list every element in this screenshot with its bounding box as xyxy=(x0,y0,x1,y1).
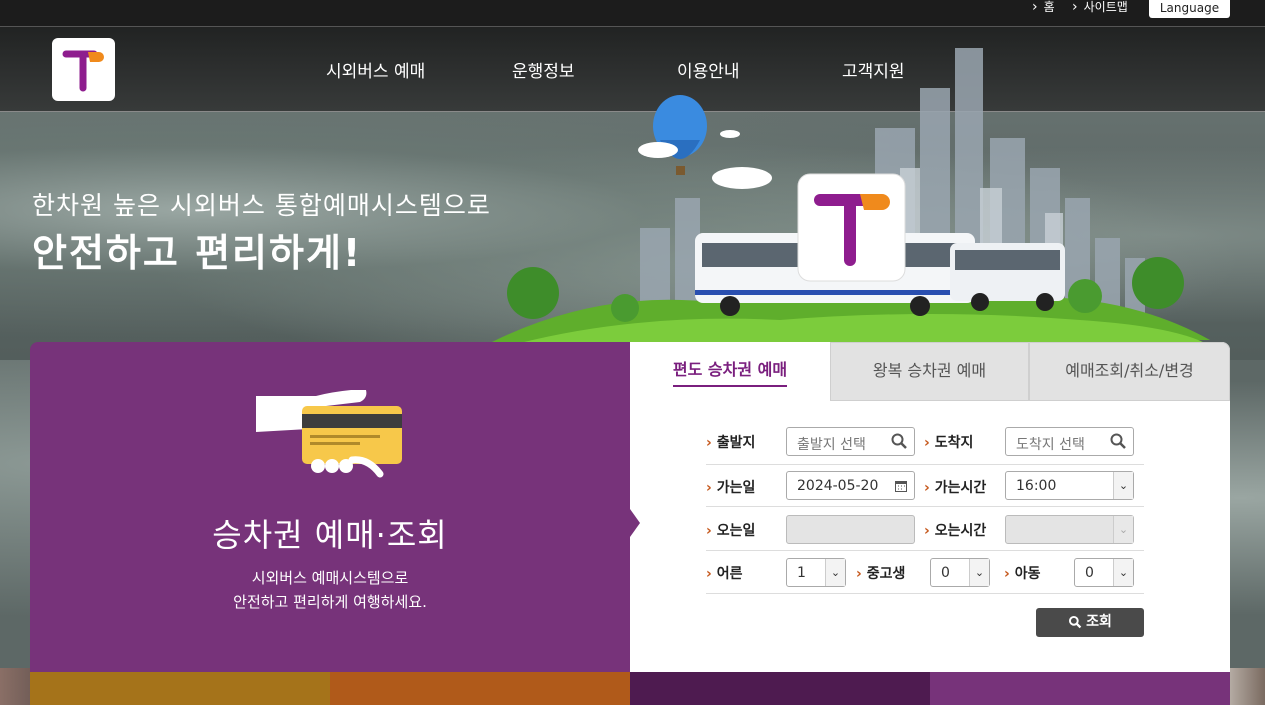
youth-label: 중고생 xyxy=(856,563,906,583)
chevron-down-icon[interactable]: ⌄ xyxy=(825,559,845,586)
tab-one-way[interactable]: 편도 승차권 예매 xyxy=(630,342,830,401)
search-icon xyxy=(1069,615,1082,629)
t-logo-icon xyxy=(62,50,104,92)
home-link[interactable]: 홈 xyxy=(1032,0,1055,15)
adult-label: 어른 xyxy=(706,563,743,583)
tab-one-way-label: 편도 승차권 예매 xyxy=(672,360,788,387)
bottom-tile[interactable] xyxy=(630,672,930,705)
youth-value: 0 xyxy=(941,565,950,581)
bottom-tile[interactable] xyxy=(30,672,330,705)
departure-input[interactable]: 출발지 선택 xyxy=(786,427,915,456)
sitemap-link[interactable]: 사이트맵 xyxy=(1072,0,1128,15)
adult-value: 1 xyxy=(797,565,806,581)
go-date-value: 2024-05-20 xyxy=(797,478,879,494)
promo-desc-line2: 안전하고 편리하게 여행하세요. xyxy=(233,593,427,611)
hero-title: 안전하고 편리하게! xyxy=(32,231,363,275)
adult-select[interactable]: 1 ⌄ xyxy=(786,558,846,587)
search-icon[interactable] xyxy=(1109,432,1127,450)
go-date-input[interactable]: 2024-05-20 xyxy=(786,471,915,500)
row-divider xyxy=(706,550,1144,551)
row-divider xyxy=(706,506,1144,507)
city-bus-illustration xyxy=(490,48,1210,343)
arrival-input[interactable]: 도착지 선택 xyxy=(1005,427,1134,456)
child-select[interactable]: 0 ⌄ xyxy=(1074,558,1134,587)
arrival-label: 도착지 xyxy=(924,432,974,452)
departure-placeholder: 출발지 선택 xyxy=(797,437,866,453)
go-time-value: 16:00 xyxy=(1016,478,1057,494)
tab-lookup-cancel[interactable]: 예매조회/취소/변경 xyxy=(1029,342,1230,401)
bottom-tile[interactable] xyxy=(330,672,630,705)
promo-panel: 승차권 예매·조회 시외버스 예매시스템으로 안전하고 편리하게 여행하세요. xyxy=(30,342,630,672)
child-label: 아동 xyxy=(1004,563,1041,583)
return-time-select[interactable]: ⌄ xyxy=(1005,515,1134,544)
booking-panel: 편도 승차권 예매 왕복 승차권 예매 예매조회/취소/변경 출발지 출발지 선… xyxy=(630,342,1230,672)
nav-bus-reservation[interactable]: 시외버스 예매 xyxy=(326,57,425,82)
go-time-select[interactable]: 16:00 ⌄ xyxy=(1005,471,1134,500)
promo-title: 승차권 예매·조회 xyxy=(212,516,448,554)
chevron-down-icon[interactable]: ⌄ xyxy=(969,559,989,586)
search-icon[interactable] xyxy=(890,432,908,450)
go-time-label: 가는시간 xyxy=(924,477,987,497)
child-value: 0 xyxy=(1085,565,1094,581)
utility-bar: 홈 사이트맵 Language xyxy=(0,0,1265,27)
calendar-icon[interactable] xyxy=(895,480,907,492)
departure-label: 출발지 xyxy=(706,432,756,452)
chevron-down-icon[interactable]: ⌄ xyxy=(1113,516,1133,543)
ticket-card-icon xyxy=(256,390,402,478)
return-date-input[interactable] xyxy=(786,515,915,544)
go-date-label: 가는일 xyxy=(706,477,756,497)
tab-round-trip[interactable]: 왕복 승차권 예매 xyxy=(830,342,1029,401)
logo[interactable] xyxy=(52,38,115,101)
language-button[interactable]: Language xyxy=(1149,0,1230,18)
search-button[interactable]: 조회 xyxy=(1036,608,1144,637)
promo-desc-line1: 시외버스 예매시스템으로 xyxy=(251,569,409,587)
row-divider xyxy=(706,593,1144,594)
search-button-label: 조회 xyxy=(1086,614,1112,630)
return-date-label: 오는일 xyxy=(706,520,756,540)
bottom-tile[interactable] xyxy=(930,672,1230,705)
promo-pointer xyxy=(630,509,640,537)
chevron-down-icon[interactable]: ⌄ xyxy=(1113,559,1133,586)
promo-description: 시외버스 예매시스템으로 안전하고 편리하게 여행하세요. xyxy=(30,566,630,614)
hero-subtitle: 한차원 높은 시외버스 통합예매시스템으로 xyxy=(32,191,491,220)
chevron-down-icon[interactable]: ⌄ xyxy=(1113,472,1133,499)
row-divider xyxy=(706,464,1144,465)
youth-select[interactable]: 0 ⌄ xyxy=(930,558,990,587)
return-time-label: 오는시간 xyxy=(924,520,987,540)
arrival-placeholder: 도착지 선택 xyxy=(1016,437,1085,453)
